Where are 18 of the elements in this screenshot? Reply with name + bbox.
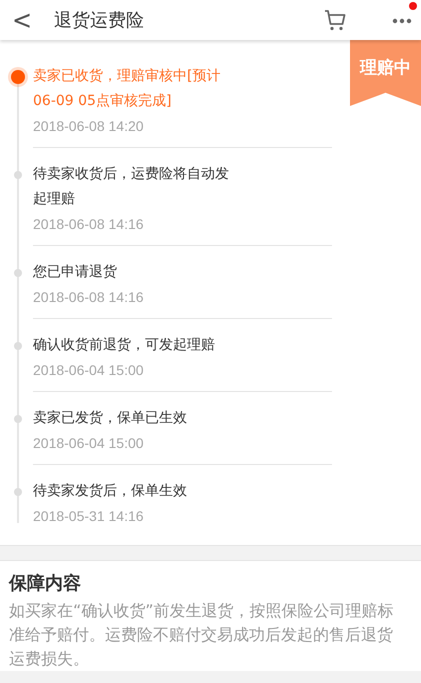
event-time: 2018-06-04 15:00 (33, 361, 145, 380)
status-ribbon: 理赔中 (350, 40, 421, 106)
event-text: 确认收货前退货，可发起理赔 (33, 336, 216, 355)
event-text: 卖家已发货，保单已生效 (33, 409, 188, 428)
section-title: 保障内容 (9, 572, 82, 595)
event-time: 2018-06-08 14:16 (33, 288, 145, 307)
coverage-text: 如买家在“确认收货”前发生退货，按照保险公司理赔标准给予赔付。运费险不赔付交易成功后发起的售后退货运费损失。 (9, 600, 395, 670)
cart-icon[interactable] (323, 8, 347, 32)
event-time: 2018-05-31 14:16 (33, 507, 145, 526)
event-time: 2018-06-08 14:20 (33, 117, 145, 136)
event-text: 卖家已收货，理赔审核中[预计 06-09 05点审核完成] (33, 67, 222, 111)
event-text: 您已申请退货 (33, 263, 118, 282)
back-button[interactable]: < (12, 6, 40, 34)
event-time: 2018-06-08 14:16 (33, 215, 145, 234)
event-text: 待卖家发货后，保单生效 (33, 482, 188, 501)
event-time: 2018-06-04 15:00 (33, 434, 145, 453)
page-title: 退货运费险 (54, 9, 145, 32)
event-text: 待卖家收货后，运费险将自动发 起理赔 (33, 165, 230, 209)
